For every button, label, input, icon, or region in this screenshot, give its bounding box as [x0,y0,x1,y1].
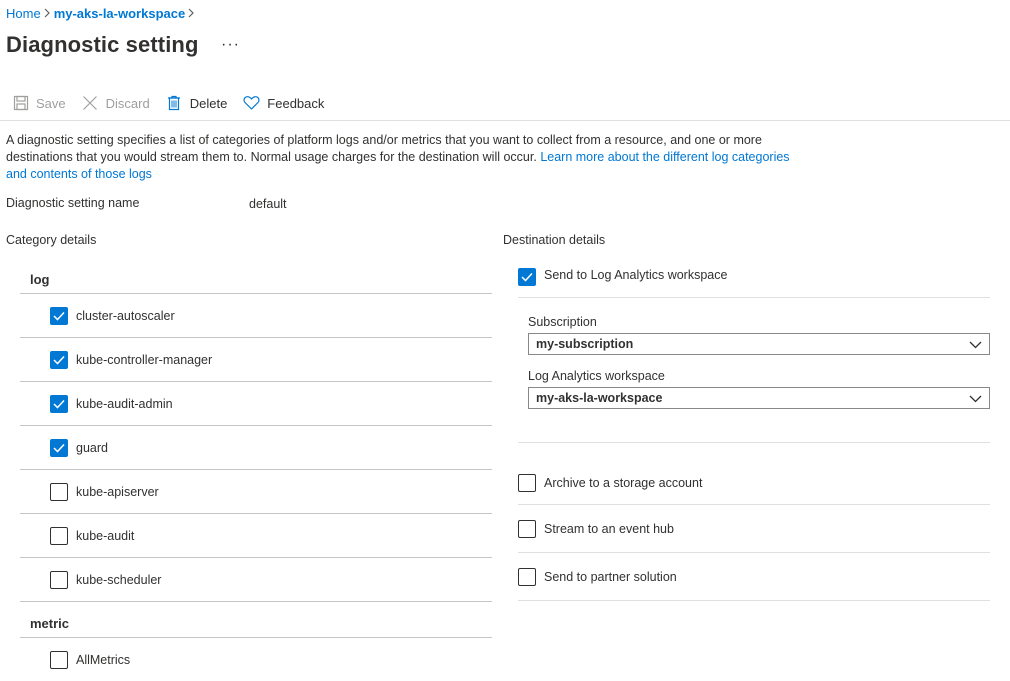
category-row-guard[interactable]: guard [20,426,492,470]
save-icon [12,95,29,112]
kube-apiserver-checkbox[interactable] [50,482,68,501]
category-row-kube-audit[interactable]: kube-audit [20,514,492,558]
more-options-button[interactable]: ··· [221,36,240,54]
setting-name-value: default [249,197,287,211]
log-analytics-checkbox[interactable] [518,268,536,286]
guard-checkbox[interactable] [50,438,68,457]
command-bar: Save Discard Delete Feedback [12,93,340,113]
trash-icon [166,95,183,112]
kube-scheduler-checkbox[interactable] [50,570,68,589]
chevron-down-icon [969,392,982,406]
category-row-kube-controller-manager[interactable]: kube-controller-manager [20,338,492,382]
category-details-label: Category details [6,233,97,247]
discard-button[interactable]: Discard [82,95,150,112]
log-category-group: log cluster-autoscaler kube-controller-ma… [20,266,492,681]
setting-name-label: Diagnostic setting name [6,196,140,210]
event-hub-option[interactable]: Stream to an event hub [518,505,990,553]
workspace-dropdown[interactable]: my-aks-la-workspace [528,387,990,409]
category-label: kube-scheduler [76,572,162,587]
description: A diagnostic setting specifies a list of… [6,132,796,183]
workspace-value: my-aks-la-workspace [536,391,663,405]
kube-audit-admin-checkbox[interactable] [50,394,68,413]
partner-label: Send to partner solution [544,569,677,584]
log-analytics-option[interactable]: Send to Log Analytics workspace [518,268,990,298]
category-label: kube-apiserver [76,484,159,499]
chevron-right-icon [188,7,195,21]
breadcrumb-workspace-link[interactable]: my-aks-la-workspace [54,6,186,21]
event-hub-checkbox[interactable] [518,519,536,538]
kube-audit-checkbox[interactable] [50,526,68,545]
feedback-label: Feedback [267,95,325,111]
subscription-label: Subscription [528,315,597,329]
delete-button[interactable]: Delete [166,95,228,112]
storage-option[interactable]: Archive to a storage account [518,443,990,505]
log-group-header: log [20,266,492,294]
discard-label: Discard [105,95,150,111]
storage-label: Archive to a storage account [544,475,703,490]
toolbar-divider [0,120,1010,121]
kube-controller-manager-checkbox[interactable] [50,350,68,369]
category-label: kube-controller-manager [76,352,213,367]
category-row-AllMetrics[interactable]: AllMetrics [20,638,492,681]
category-row-kube-apiserver[interactable]: kube-apiserver [20,470,492,514]
category-row-kube-audit-admin[interactable]: kube-audit-admin [20,382,492,426]
storage-checkbox[interactable] [518,473,536,492]
save-button[interactable]: Save [12,95,66,112]
cluster-autoscaler-checkbox[interactable] [50,306,68,325]
chevron-right-icon [44,7,51,21]
workspace-label: Log Analytics workspace [528,369,665,383]
partner-option[interactable]: Send to partner solution [518,553,990,601]
category-label: kube-audit [76,528,135,543]
breadcrumb: Home my-aks-la-workspace [6,6,198,21]
category-label: guard [76,440,108,455]
log-analytics-label: Send to Log Analytics workspace [544,268,728,282]
destination-details: Send to Log Analytics workspace Subscrip… [518,268,990,601]
category-row-cluster-autoscaler[interactable]: cluster-autoscaler [20,294,492,338]
breadcrumb-home-link[interactable]: Home [6,6,41,21]
AllMetrics-checkbox[interactable] [50,650,68,669]
subscription-dropdown[interactable]: my-subscription [528,333,990,355]
category-label: kube-audit-admin [76,396,173,411]
page-title: Diagnostic setting [6,32,199,57]
save-label: Save [36,95,66,111]
category-row-kube-scheduler[interactable]: kube-scheduler [20,558,492,602]
category-label: AllMetrics [76,652,131,667]
subscription-value: my-subscription [536,337,634,351]
chevron-down-icon [969,338,982,352]
metric-group-header: metric [20,602,492,638]
close-icon [82,95,99,112]
heart-icon [243,95,260,112]
destination-details-label: Destination details [503,233,606,247]
category-label: cluster-autoscaler [76,308,175,323]
log-analytics-config: Subscription my-subscription Log Analyti… [518,298,990,443]
event-hub-label: Stream to an event hub [544,521,674,536]
delete-label: Delete [189,95,228,111]
feedback-button[interactable]: Feedback [243,95,324,112]
partner-checkbox[interactable] [518,567,536,586]
